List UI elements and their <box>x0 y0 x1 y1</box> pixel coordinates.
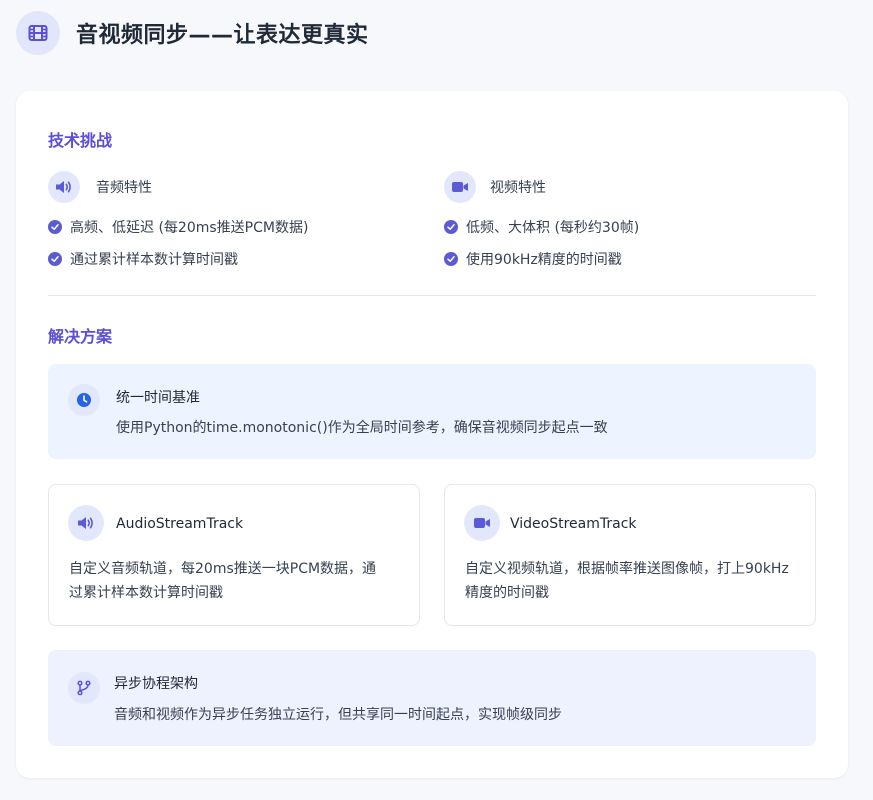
audio-track-desc: 自定义音频轨道，每20ms推送一块PCM数据，通过累计样本数计算时间戳 <box>69 561 377 601</box>
audio-track-title: AudioStreamTrack <box>116 516 244 532</box>
page-title: 音视频同步——让表达更真实 <box>76 23 369 48</box>
unified-time-title: 统一时间基准 <box>116 390 200 406</box>
async-arch-panel: 异步协程架构 音频和视频作为异步任务独立运行，但共享同一时间起点，实现帧级同步 <box>48 650 816 746</box>
video-feature-header: 视频特性 <box>444 171 546 203</box>
video-track-title: VideoStreamTrack <box>510 516 637 532</box>
audio-track-card: AudioStreamTrack 自定义音频轨道，每20ms推送一块PCM数据，… <box>48 484 420 626</box>
film-icon <box>16 11 60 55</box>
bullet-text: 高频、低延迟 (每20ms推送PCM数据) <box>70 220 309 236</box>
unified-time-desc: 使用Python的time.monotonic()作为全局时间参考，确保音视频同… <box>116 420 608 436</box>
video-camera-icon <box>464 505 500 541</box>
speaker-icon <box>48 171 80 203</box>
section-divider <box>48 295 816 296</box>
list-item: 通过累计样本数计算时间戳 <box>48 249 238 269</box>
list-item: 低频、大体积 (每秒约30帧) <box>444 217 639 237</box>
bullet-text: 通过累计样本数计算时间戳 <box>70 252 238 268</box>
audio-feature-header: 音频特性 <box>48 171 152 203</box>
check-circle-icon <box>444 252 458 266</box>
video-track-desc: 自定义视频轨道，根据帧率推送图像帧，打上90kHz精度的时间戳 <box>465 561 789 601</box>
check-circle-icon <box>48 252 62 266</box>
video-camera-icon <box>444 171 476 203</box>
bullet-text: 使用90kHz精度的时间戳 <box>466 252 622 268</box>
bullet-text: 低频、大体积 (每秒约30帧) <box>466 220 640 236</box>
check-circle-icon <box>48 220 62 234</box>
content-card: 技术挑战 音频特性 高频、低延迟 (每20ms推送PCM数据) 通过累计样本数计… <box>16 91 848 778</box>
check-circle-icon <box>444 220 458 234</box>
page-header: 音视频同步——让表达更真实 <box>16 9 369 57</box>
challenges-heading: 技术挑战 <box>48 131 113 150</box>
video-track-card: VideoStreamTrack 自定义视频轨道，根据帧率推送图像帧，打上90k… <box>444 484 816 626</box>
list-item: 使用90kHz精度的时间戳 <box>444 249 622 269</box>
async-arch-title: 异步协程架构 <box>114 676 198 692</box>
video-feature-title: 视频特性 <box>490 180 546 196</box>
clock-icon <box>68 384 100 416</box>
unified-time-panel: 统一时间基准 使用Python的time.monotonic()作为全局时间参考… <box>48 364 816 459</box>
solutions-heading: 解决方案 <box>48 327 113 346</box>
branch-icon <box>68 672 100 704</box>
list-item: 高频、低延迟 (每20ms推送PCM数据) <box>48 217 308 237</box>
async-arch-desc: 音频和视频作为异步任务独立运行，但共享同一时间起点，实现帧级同步 <box>114 707 562 723</box>
speaker-icon <box>68 505 104 541</box>
audio-feature-title: 音频特性 <box>96 180 152 196</box>
